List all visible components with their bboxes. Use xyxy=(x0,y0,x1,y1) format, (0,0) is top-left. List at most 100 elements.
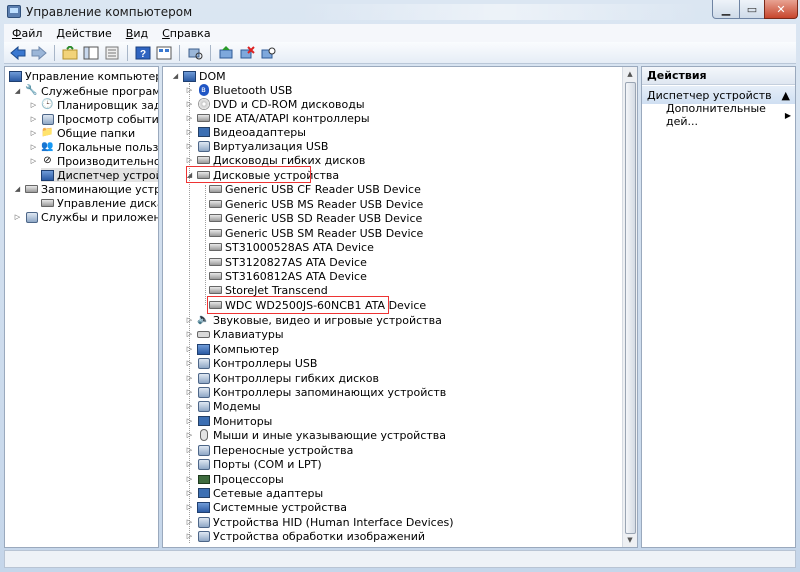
expand-arrow-icon[interactable]: ▷ xyxy=(185,402,194,411)
device-category[interactable]: ▷ DVD и CD-ROM дисководы xyxy=(185,97,365,111)
tree-item-services[interactable]: ▷ Службы и приложения xyxy=(13,210,158,224)
expand-arrow-icon[interactable]: ▷ xyxy=(13,213,22,222)
expand-arrow-icon[interactable]: ▷ xyxy=(185,388,194,397)
tree-item-disk-management[interactable]: Управление дисками xyxy=(41,196,158,210)
view-icon[interactable] xyxy=(155,44,173,62)
disk-device[interactable]: StoreJet Transcend xyxy=(209,283,328,297)
device-category[interactable]: ▷ Процессоры xyxy=(185,472,284,486)
disk-device[interactable]: Generic USB SM Reader USB Device xyxy=(209,226,423,240)
expand-arrow-icon[interactable]: ▷ xyxy=(185,460,194,469)
tree-item-task-scheduler[interactable]: ▷ 🕒 Планировщик заданий xyxy=(29,98,158,112)
collapse-up-icon[interactable]: ▲ xyxy=(782,89,790,102)
show-hide-tree-icon[interactable] xyxy=(82,44,100,62)
expand-arrow-icon[interactable]: ▷ xyxy=(185,446,194,455)
disable-device-icon[interactable] xyxy=(259,44,277,62)
expand-arrow-icon[interactable]: ▷ xyxy=(185,345,194,354)
disk-device[interactable]: ST31000528AS ATA Device xyxy=(209,240,374,254)
more-actions-item[interactable]: Дополнительные дей... ▶ xyxy=(666,102,791,128)
services-icon xyxy=(25,211,38,224)
collapse-arrow-icon[interactable]: ◢ xyxy=(13,185,22,194)
device-category[interactable]: ▷ Дисководы гибких дисков xyxy=(185,153,366,167)
expand-arrow-icon[interactable]: ▷ xyxy=(185,100,194,109)
expand-arrow-icon[interactable]: ▷ xyxy=(29,143,38,152)
scroll-up-icon[interactable]: ▲ xyxy=(623,67,637,81)
scroll-thumb[interactable] xyxy=(625,82,636,534)
expand-arrow-icon[interactable]: ▷ xyxy=(29,115,38,124)
expand-arrow-icon[interactable]: ▷ xyxy=(29,157,38,166)
device-category[interactable]: ▷ 🔈 Звуковые, видео и игровые устройства xyxy=(185,313,442,327)
expand-arrow-icon[interactable]: ▷ xyxy=(185,359,194,368)
device-category[interactable]: ▷ Мониторы xyxy=(185,414,273,428)
device-category[interactable]: ▷ Видеоадаптеры xyxy=(185,125,306,139)
scroll-down-icon[interactable]: ▼ xyxy=(623,533,637,547)
expand-arrow-icon[interactable]: ▷ xyxy=(185,503,194,512)
update-driver-icon[interactable] xyxy=(217,44,235,62)
tree-item-system-tools[interactable]: ◢ 🔧 Служебные программы xyxy=(13,84,158,98)
vertical-scrollbar[interactable]: ▲ ▼ xyxy=(622,67,637,547)
disk-device[interactable]: Generic USB MS Reader USB Device xyxy=(209,197,423,211)
collapse-arrow-icon[interactable]: ◢ xyxy=(171,72,180,81)
collapse-arrow-icon[interactable]: ◢ xyxy=(13,87,22,96)
expand-arrow-icon[interactable]: ▷ xyxy=(185,475,194,484)
expand-arrow-icon[interactable]: ▷ xyxy=(185,142,194,151)
expand-arrow-icon[interactable]: ▷ xyxy=(185,330,194,339)
scan-hardware-icon[interactable] xyxy=(186,44,204,62)
close-button[interactable]: ✕ xyxy=(764,0,798,19)
disk-device[interactable]: Generic USB CF Reader USB Device xyxy=(209,182,421,196)
tree-item-shared-folders[interactable]: ▷ 📁 Общие папки xyxy=(29,126,135,140)
expand-arrow-icon[interactable]: ▷ xyxy=(185,114,194,123)
device-category[interactable]: ▷ Переносные устройства xyxy=(185,443,354,457)
device-category[interactable]: ▷ Системные устройства xyxy=(185,500,347,514)
disk-device[interactable]: ST3160812AS ATA Device xyxy=(209,269,367,283)
menu-file[interactable]: Файл xyxy=(12,27,42,40)
tree-item-performance[interactable]: ▷ ⊘ Производительность xyxy=(29,154,158,168)
tree-item-device-manager[interactable]: Диспетчер устройств xyxy=(41,168,158,182)
expand-arrow-icon[interactable]: ▷ xyxy=(185,532,194,541)
menu-view[interactable]: Вид xyxy=(126,27,148,40)
expand-arrow-icon[interactable]: ▷ xyxy=(185,316,194,325)
device-category[interactable]: ▷ Устройства HID (Human Interface Device… xyxy=(185,515,454,529)
disk-management-icon xyxy=(41,197,54,210)
device-root[interactable]: ◢ DOM xyxy=(171,69,226,83)
device-category[interactable]: ▷ Сетевые адаптеры xyxy=(185,486,323,500)
device-category[interactable]: ▷ ʙ Bluetooth USB xyxy=(185,83,293,97)
tree-root-computer-management[interactable]: Управление компьютером (л xyxy=(9,69,158,83)
device-category[interactable]: ▷ Устройства обработки изображений xyxy=(185,529,425,543)
tree-item-local-users[interactable]: ▷ 👥 Локальные пользовате xyxy=(29,140,158,154)
device-category[interactable]: ▷ Виртуализация USB xyxy=(185,139,329,153)
minimize-button[interactable]: ▁ xyxy=(712,0,740,19)
tree-item-event-viewer[interactable]: ▷ Просмотр событий xyxy=(29,112,158,126)
expand-arrow-icon[interactable]: ▷ xyxy=(185,431,194,440)
expand-arrow-icon[interactable]: ▷ xyxy=(185,156,194,165)
expand-arrow-icon[interactable]: ▷ xyxy=(185,374,194,383)
device-category[interactable]: ▷ Контроллеры запоминающих устройств xyxy=(185,385,446,399)
menu-help[interactable]: Справка xyxy=(162,27,210,40)
disk-drive-icon xyxy=(209,284,222,297)
help-icon[interactable]: ? xyxy=(134,44,152,62)
forward-icon[interactable] xyxy=(30,44,48,62)
device-category[interactable]: ▷ Контроллеры USB xyxy=(185,356,318,370)
device-category[interactable]: ▷ Порты (COM и LPT) xyxy=(185,457,322,471)
menu-action[interactable]: Действие xyxy=(56,27,111,40)
disk-device[interactable]: Generic USB SD Reader USB Device xyxy=(209,211,422,225)
tree-item-storage[interactable]: ◢ Запоминающие устройст xyxy=(13,182,158,196)
up-folder-icon[interactable] xyxy=(61,44,79,62)
expand-arrow-icon[interactable]: ▷ xyxy=(185,417,194,426)
expand-arrow-icon[interactable]: ▷ xyxy=(185,489,194,498)
device-category[interactable]: ▷ IDE ATA/ATAPI контроллеры xyxy=(185,111,370,125)
expand-arrow-icon[interactable]: ▷ xyxy=(185,518,194,527)
disk-device[interactable]: ST3120827AS ATA Device xyxy=(209,255,367,269)
device-category[interactable]: ▷ Мыши и иные указывающие устройства xyxy=(185,428,446,442)
expand-arrow-icon[interactable]: ▷ xyxy=(185,128,194,137)
expand-arrow-icon[interactable]: ▷ xyxy=(29,101,38,110)
maximize-button[interactable]: ▭ xyxy=(739,0,765,19)
device-category[interactable]: ▷ Модемы xyxy=(185,399,261,413)
expand-arrow-icon[interactable]: ▷ xyxy=(185,86,194,95)
expand-arrow-icon[interactable]: ▷ xyxy=(29,129,38,138)
properties-list-icon[interactable] xyxy=(103,44,121,62)
device-category[interactable]: ▷ Клавиатуры xyxy=(185,327,284,341)
device-category[interactable]: ▷ Компьютер xyxy=(185,342,279,356)
uninstall-icon[interactable] xyxy=(238,44,256,62)
back-icon[interactable] xyxy=(9,44,27,62)
device-category[interactable]: ▷ Контроллеры гибких дисков xyxy=(185,371,379,385)
